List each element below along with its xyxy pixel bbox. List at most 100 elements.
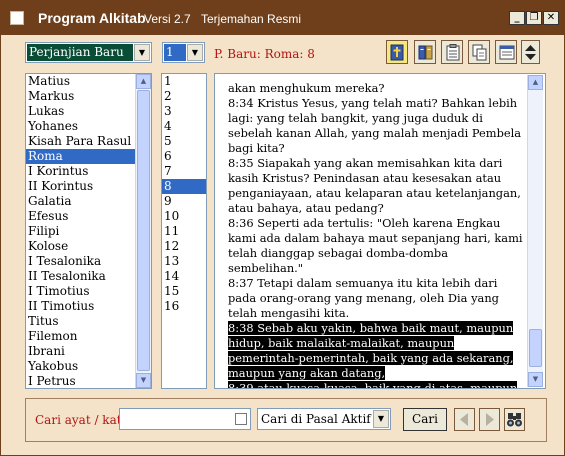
list-icon: [499, 45, 515, 60]
copy-icon: [472, 44, 487, 61]
verse-scrollbar[interactable]: ▲ ▼: [527, 75, 543, 387]
app-window: Program Alkitab Versi 2.7 Terjemahan Res…: [0, 0, 565, 456]
chevron-down-icon[interactable]: ▼: [373, 410, 389, 428]
chapter-select-value: 1: [164, 44, 186, 61]
book-list-item[interactable]: II Timotius: [26, 299, 151, 314]
scroll-up-icon[interactable]: ▲: [136, 74, 151, 89]
scroll-thumb[interactable]: [137, 90, 150, 371]
chapter-list-item[interactable]: 4: [162, 119, 206, 134]
prev-result-button[interactable]: [454, 408, 475, 431]
verse-text: 8:38 Sebab aku yakin, bahwa baik maut, m…: [228, 321, 514, 380]
chapter-list-item[interactable]: 16: [162, 299, 206, 314]
chapter-list-item[interactable]: 6: [162, 149, 206, 164]
testament-select[interactable]: Perjanjian Baru ▼: [25, 42, 152, 63]
verse-text: akan menghukum mereka?: [228, 81, 385, 95]
book-list-item[interactable]: II Tesalonika: [26, 269, 151, 284]
scroll-thumb[interactable]: [529, 329, 542, 367]
app-subtitle: Terjemahan Resmi: [201, 12, 302, 26]
book-list-item[interactable]: Ibrani: [26, 344, 151, 359]
chapter-list[interactable]: 1 2 3 4 5 6 7 8 9 10 11 12 13 14 15 16: [161, 73, 207, 389]
book-list-item[interactable]: Yohanes: [26, 119, 151, 134]
book-list-item[interactable]: Kolose: [26, 239, 151, 254]
chapter-list-item[interactable]: 1: [162, 74, 206, 89]
chapter-list-item[interactable]: 5: [162, 134, 206, 149]
binoculars-button[interactable]: [504, 408, 525, 431]
app-title: Program Alkitab: [38, 10, 146, 26]
book-list-item[interactable]: Galatia: [26, 194, 151, 209]
notepad-button[interactable]: [441, 40, 463, 64]
chevron-down-icon[interactable]: ▼: [134, 44, 150, 61]
scroll-up-icon[interactable]: ▲: [528, 75, 543, 90]
books-icon: [418, 45, 433, 60]
search-scope-value: Cari di Pasal Aktif: [261, 412, 371, 426]
verse-paragraph: 8:39 atau kuasa-kuasa, baik yang di atas…: [228, 381, 523, 388]
book-list-item[interactable]: I Korintus: [26, 164, 151, 179]
testament-select-value: Perjanjian Baru: [27, 44, 133, 61]
book-list-scrollbar[interactable]: ▲ ▼: [135, 74, 151, 388]
book-list-item[interactable]: I Petrus: [26, 374, 151, 388]
books-button[interactable]: [414, 40, 436, 64]
app-icon: [10, 11, 24, 25]
titlebar[interactable]: Program Alkitab Versi 2.7 Terjemahan Res…: [1, 1, 564, 35]
list-button[interactable]: [495, 40, 517, 64]
chapter-list-item[interactable]: 12: [162, 239, 206, 254]
search-scope-select[interactable]: Cari di Pasal Aktif ▼: [257, 408, 391, 430]
chapter-list-item[interactable]: 11: [162, 224, 206, 239]
chevron-down-icon[interactable]: ▼: [187, 44, 203, 61]
scroll-down-icon[interactable]: ▼: [136, 373, 151, 388]
verse-paragraph: 8:37 Tetapi dalam semuanya itu kita lebi…: [228, 276, 523, 321]
chapter-list-item[interactable]: 8: [162, 179, 206, 194]
chapter-list-item[interactable]: 15: [162, 284, 206, 299]
search-button[interactable]: Cari: [403, 408, 447, 431]
book-list-item[interactable]: Yakobus: [26, 359, 151, 374]
book-list-item[interactable]: I Tesalonika: [26, 254, 151, 269]
book-list-items: Matius Markus Lukas Yohanes Kisah Para Rasul…: [26, 74, 151, 388]
book-list-item[interactable]: Titus: [26, 314, 151, 329]
chapter-list-item[interactable]: 7: [162, 164, 206, 179]
minimize-button[interactable]: _: [509, 11, 525, 25]
chapter-list-item[interactable]: 14: [162, 269, 206, 284]
next-result-button[interactable]: [479, 408, 500, 431]
chapter-list-item[interactable]: 10: [162, 209, 206, 224]
book-list-item[interactable]: Filemon: [26, 329, 151, 344]
chapter-list-items: 1 2 3 4 5 6 7 8 9 10 11 12 13 14 15 16: [162, 74, 206, 314]
book-list[interactable]: Matius Markus Lukas Yohanes Kisah Para Rasul…: [25, 73, 152, 389]
scroll-updown-button[interactable]: [521, 40, 540, 64]
app-version: Versi 2.7: [144, 12, 191, 26]
search-input-checkbox[interactable]: [235, 413, 247, 425]
restore-button[interactable]: ❐: [526, 11, 542, 25]
notepad-icon: [446, 44, 460, 61]
book-list-item[interactable]: I Timotius: [26, 284, 151, 299]
verse-paragraph: 8:36 Seperti ada tertulis: "Oleh karena …: [228, 216, 523, 276]
book-list-item[interactable]: Markus: [26, 89, 151, 104]
verse-text-area[interactable]: akan menghukum mereka? 8:34 Kristus Yesus…: [214, 73, 546, 389]
copy-button[interactable]: [468, 40, 490, 64]
bible-icon: [390, 44, 404, 61]
chapter-select[interactable]: 1 ▼: [162, 42, 205, 63]
book-list-item[interactable]: Kisah Para Rasul: [26, 134, 151, 149]
search-label: Cari ayat / kata: [35, 413, 129, 427]
book-list-item[interactable]: Lukas: [26, 104, 151, 119]
close-button[interactable]: ✕: [543, 11, 559, 25]
verse-text: 8:34 Kristus Yesus, yang telah mati? Bah…: [228, 96, 522, 155]
verse-paragraph: 8:38 Sebab aku yakin, bahwa baik maut, m…: [228, 321, 523, 381]
book-list-item[interactable]: Efesus: [26, 209, 151, 224]
chapter-list-item[interactable]: 3: [162, 104, 206, 119]
up-down-icon: [525, 45, 536, 60]
current-reference: P. Baru: Roma: 8: [214, 47, 315, 61]
book-list-item[interactable]: Roma: [26, 149, 151, 164]
book-list-item[interactable]: Matius: [26, 74, 151, 89]
chapter-list-item[interactable]: 13: [162, 254, 206, 269]
book-list-item[interactable]: Filipi: [26, 224, 151, 239]
search-input[interactable]: [119, 408, 251, 430]
verse-text: 8:37 Tetapi dalam semuanya itu kita lebi…: [228, 276, 499, 320]
verse-text: 8:39 atau kuasa-kuasa, baik yang di atas…: [228, 381, 518, 388]
scroll-down-icon[interactable]: ▼: [528, 372, 543, 387]
verse-text: 8:36 Seperti ada tertulis: "Oleh karena …: [228, 216, 523, 275]
verse-text: 8:35 Siapakah yang akan memisahkan kita …: [228, 156, 521, 215]
bible-button[interactable]: [386, 40, 408, 64]
binoculars-icon: [507, 413, 522, 427]
book-list-item[interactable]: II Korintus: [26, 179, 151, 194]
chapter-list-item[interactable]: 9: [162, 194, 206, 209]
chapter-list-item[interactable]: 2: [162, 89, 206, 104]
